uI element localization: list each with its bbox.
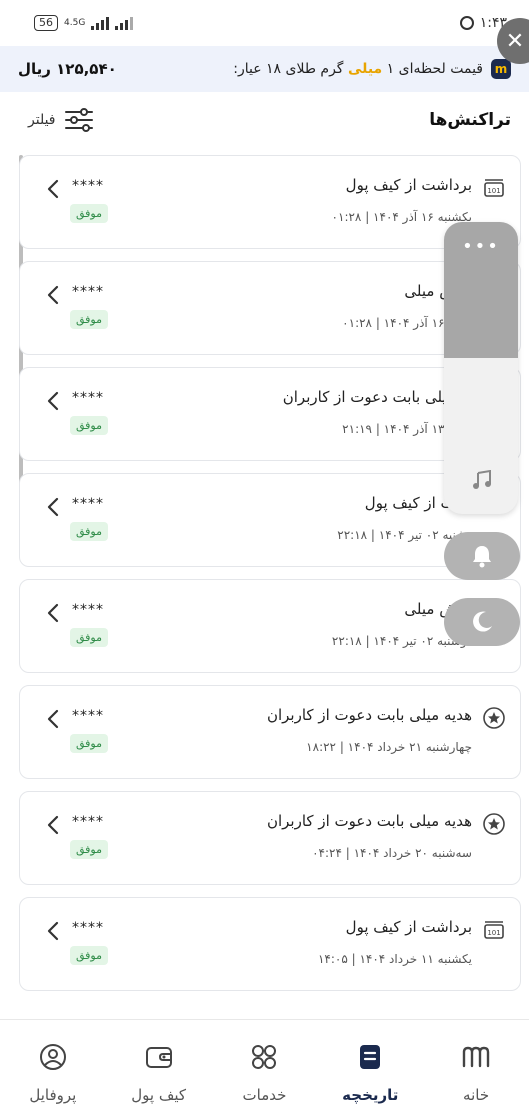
status-left: 56 4.5G [34, 15, 134, 31]
chevron-left-icon[interactable] [46, 178, 60, 200]
nav-item-services-grid[interactable]: خدمات [214, 1042, 314, 1104]
status-badge: موفق [70, 628, 109, 647]
transaction-title: هدیه میلی بابت دعوت از کاربران [266, 812, 472, 830]
signal-icon-2 [115, 16, 134, 30]
network-type: 4.5G [64, 17, 86, 28]
status-bar: 56 4.5G ۱:۴۳ [0, 0, 529, 46]
nav-item-profile[interactable]: پروفایل [3, 1042, 103, 1104]
home-logo-icon [461, 1042, 491, 1076]
services-grid-icon [249, 1042, 279, 1076]
chevron-left-icon[interactable] [46, 496, 60, 518]
chevron-left-icon[interactable] [46, 708, 60, 730]
profile-icon [38, 1042, 68, 1076]
status-badge: موفق [70, 522, 109, 541]
alarm-icon [459, 16, 474, 30]
nav-item-wallet[interactable]: کیف پول [109, 1042, 209, 1104]
filter-button[interactable]: فیلتر [28, 107, 94, 133]
music-note-icon[interactable] [472, 470, 492, 490]
nav-label: پروفایل [29, 1086, 77, 1104]
chevron-left-icon[interactable] [46, 814, 60, 836]
gold-price-value: ۱۲۵,۵۴۰ ریال [18, 60, 117, 78]
close-icon: ✕ [505, 28, 525, 54]
nav-label: کیف پول [131, 1086, 187, 1104]
transaction-amount: **** [72, 390, 104, 406]
nav-label: خانه [463, 1086, 490, 1104]
more-dots-icon[interactable]: ••• [444, 236, 518, 257]
chevron-left-icon[interactable] [46, 390, 60, 412]
price-label-brand: میلی [347, 61, 383, 77]
transaction-amount: **** [72, 496, 104, 512]
nav-label: تاریخچه [342, 1086, 399, 1104]
transaction-amount: **** [72, 708, 104, 724]
transaction-amount: **** [72, 284, 104, 300]
side-panel-header: ••• [444, 222, 518, 358]
status-badge: موفق [70, 840, 109, 859]
nav-item-history[interactable]: تاریخچه [320, 1042, 420, 1104]
transaction-amount: **** [72, 602, 104, 618]
transaction-date: سه‌شنبه ۲۰ خرداد ۱۴۰۴ | ۰۴:۲۴ [312, 846, 472, 860]
filter-sliders-icon [64, 108, 93, 132]
filter-label: فیلتر [28, 112, 56, 128]
price-label-prefix: قیمت لحظه‌ای ۱ [386, 61, 483, 77]
app-logo-icon: m [491, 59, 511, 79]
withdraw-icon: 101 [482, 918, 506, 942]
transaction-date: چهارشنبه ۲۱ خرداد ۱۴۰۴ | ۱۸:۲۲ [306, 740, 472, 754]
gift-star-icon [482, 812, 506, 836]
transaction-card[interactable]: هدیه میلی بابت دعوت از کاربران سه‌شنبه ۲۰… [19, 791, 521, 885]
floating-side-panel[interactable]: ••• [444, 222, 518, 514]
chevron-left-icon[interactable] [46, 602, 60, 624]
nav-label: خدمات [242, 1086, 287, 1104]
history-icon [355, 1042, 385, 1076]
battery-indicator: 56 [34, 15, 58, 31]
status-badge: موفق [70, 204, 109, 223]
transaction-card[interactable]: هدیه میلی بابت دعوت از کاربران چهارشنبه ۲… [19, 685, 521, 779]
gold-price-bar: m قیمت لحظه‌ای ۱ میلی گرم طلای ۱۸ عیار: … [0, 46, 529, 92]
transaction-title: هدیه میلی بابت دعوت از کاربران [266, 706, 472, 724]
wallet-icon [144, 1042, 174, 1076]
notification-bell-button[interactable] [444, 532, 520, 580]
transaction-amount: **** [72, 178, 104, 194]
transaction-card[interactable]: 101 برداشت از کیف پول یکشنبه ۱۱ خرداد ۱۴۰۴… [19, 897, 521, 991]
status-badge: موفق [70, 946, 109, 965]
page-title: تراکنش‌ها [429, 110, 511, 130]
status-badge: موفق [70, 310, 109, 329]
svg-text:101: 101 [487, 929, 500, 937]
gift-star-icon [482, 706, 506, 730]
bell-icon [473, 546, 491, 568]
chevron-left-icon[interactable] [46, 920, 60, 942]
signal-icon [91, 16, 110, 30]
withdraw-icon: 101 [482, 176, 506, 200]
transaction-title: برداشت از کیف پول [345, 918, 472, 936]
dark-mode-button[interactable] [444, 598, 520, 646]
price-label: m قیمت لحظه‌ای ۱ میلی گرم طلای ۱۸ عیار: [233, 59, 511, 79]
transaction-title: برداشت از کیف پول [345, 176, 472, 194]
price-label-suffix: گرم طلای ۱۸ عیار: [233, 61, 344, 77]
chevron-left-icon[interactable] [46, 284, 60, 306]
transaction-amount: **** [72, 920, 104, 936]
transactions-header: تراکنش‌ها فیلتر [0, 92, 529, 148]
nav-item-home-logo[interactable]: خانه [426, 1042, 526, 1104]
bottom-navigation: خانه تاریخچه خدمات کیف پول پروفایل [0, 1019, 529, 1104]
moon-icon [473, 611, 492, 632]
transaction-date: یکشنبه ۱۱ خرداد ۱۴۰۴ | ۱۴:۰۵ [317, 952, 472, 966]
transaction-amount: **** [72, 814, 104, 830]
status-badge: موفق [70, 416, 109, 435]
svg-text:101: 101 [487, 187, 500, 195]
status-badge: موفق [70, 734, 109, 753]
